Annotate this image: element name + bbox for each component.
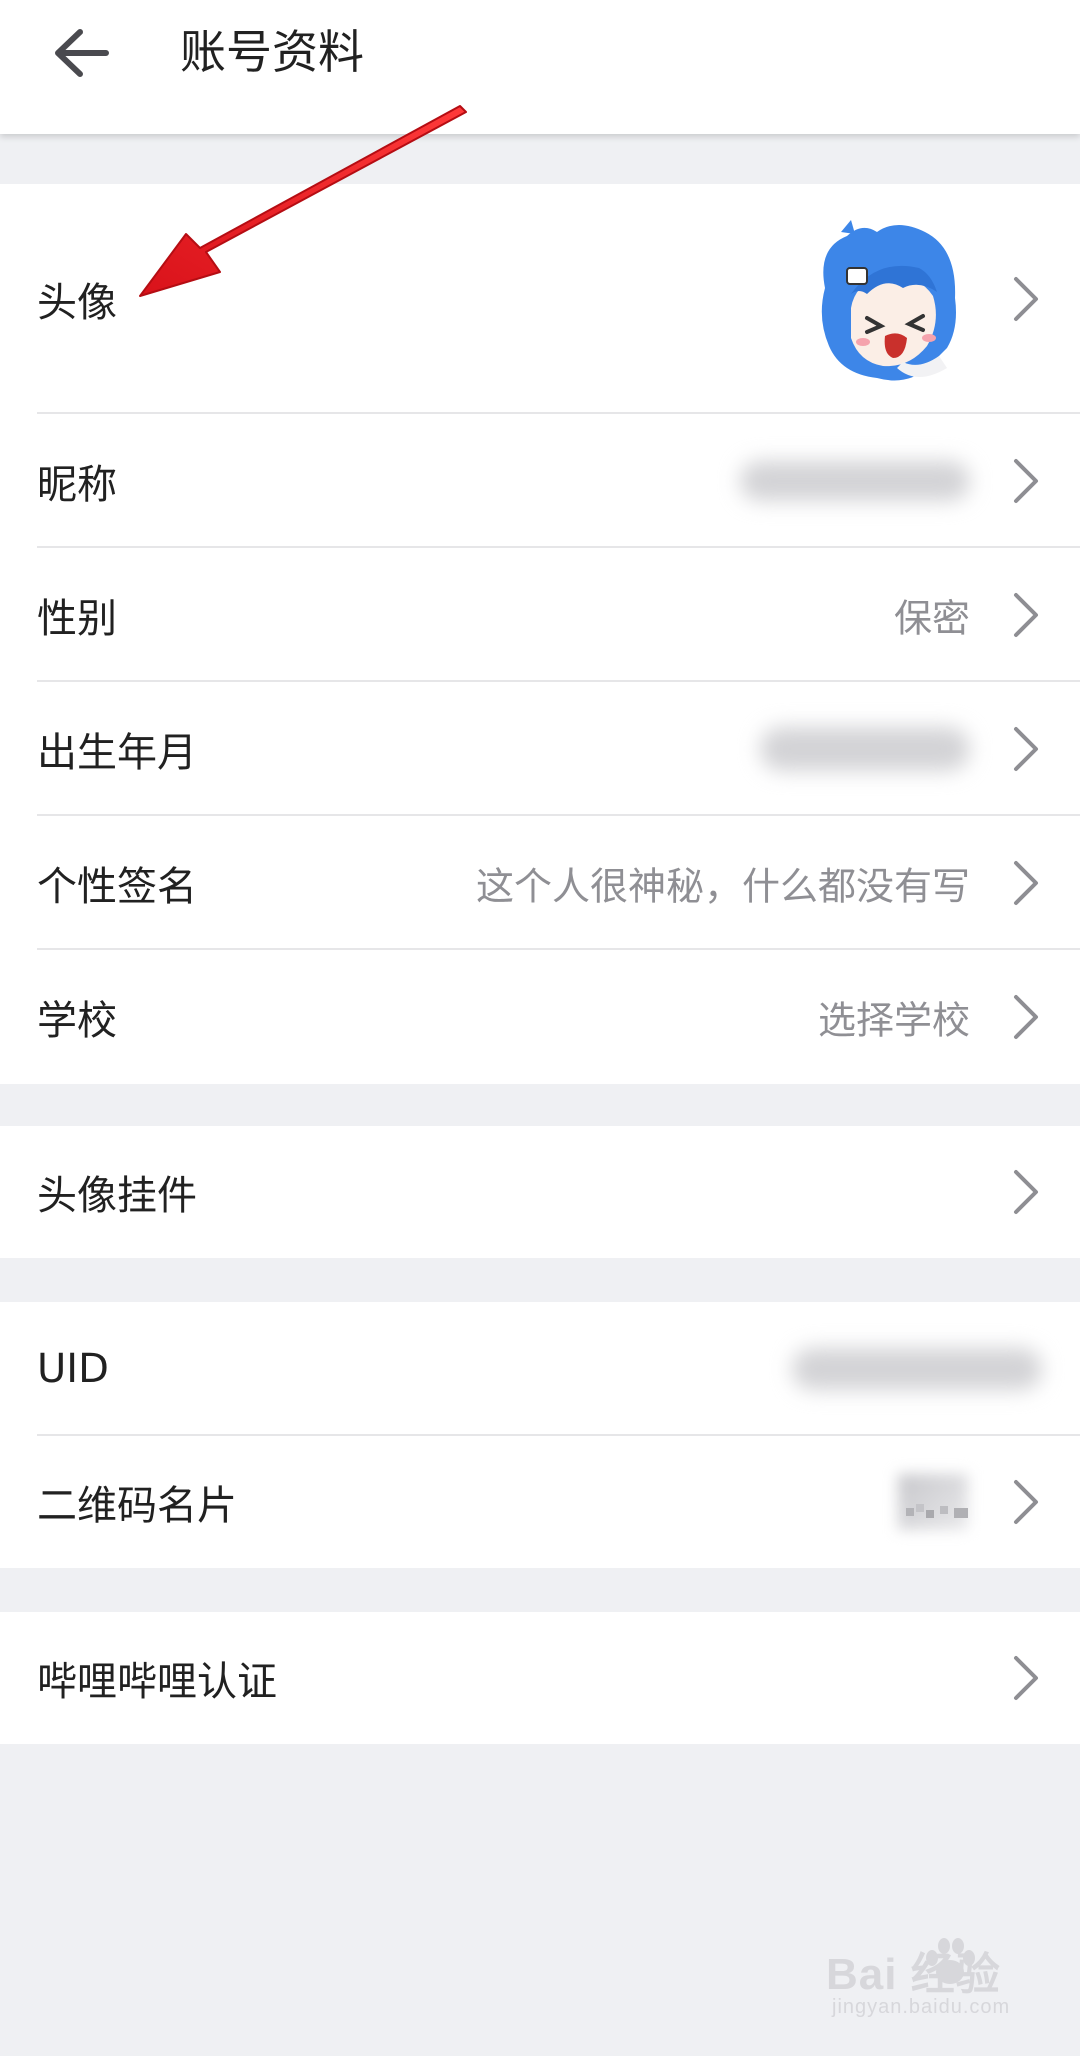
gender-label: 性别	[37, 596, 117, 642]
avatar-image	[821, 220, 956, 381]
birthday-row[interactable]: 出生年月	[0, 682, 1080, 816]
paw-logo-icon	[926, 1938, 975, 1984]
signature-value: 这个人很神秘，什么都没有写	[475, 864, 970, 909]
chevron-right-icon	[1014, 459, 1038, 503]
profile-info-group: 头像 昵称 性别 保密 出生年月 个性签名 这个人很神秘，什么都没有写 学校 选…	[0, 184, 1080, 1084]
school-row[interactable]: 学校 选择学校	[0, 950, 1080, 1084]
qrcode-row[interactable]: 二维码名片	[0, 1436, 1080, 1568]
chevron-right-icon	[1014, 1480, 1038, 1524]
back-arrow-icon[interactable]	[46, 22, 126, 84]
avatar-label: 头像	[37, 280, 117, 326]
school-value: 选择学校	[817, 998, 970, 1043]
qrcode-label: 二维码名片	[37, 1483, 237, 1529]
chevron-right-icon	[1014, 277, 1038, 321]
gender-row[interactable]: 性别 保密	[0, 548, 1080, 682]
birthday-label: 出生年月	[37, 730, 197, 776]
qrcode-thumbnail-redacted	[898, 1474, 968, 1530]
chevron-right-icon	[1014, 861, 1038, 905]
certification-row[interactable]: 哔哩哔哩认证	[0, 1612, 1080, 1744]
avatar-row[interactable]: 头像	[0, 184, 1080, 414]
signature-label: 个性签名	[37, 864, 197, 910]
uid-row[interactable]: UID	[0, 1302, 1080, 1436]
chevron-right-icon	[1014, 1656, 1038, 1700]
nickname-value-redacted	[740, 461, 970, 501]
uid-label: UID	[37, 1346, 109, 1392]
chevron-right-icon	[1014, 593, 1038, 637]
baidu-jingyan-watermark: Bai 经验 jingyan.baidu.com	[826, 1938, 1056, 2028]
birthday-value-redacted	[760, 727, 970, 771]
chevron-right-icon	[1014, 1170, 1038, 1214]
qrcode-thumbnail	[906, 1504, 968, 1518]
nickname-row[interactable]: 昵称	[0, 414, 1080, 548]
chevron-right-icon	[1014, 995, 1038, 1039]
gender-value: 保密	[893, 596, 970, 641]
page-title: 账号资料	[180, 25, 364, 79]
uid-value-redacted	[792, 1348, 1042, 1390]
pendant-row[interactable]: 头像挂件	[0, 1126, 1080, 1258]
certification-label: 哔哩哔哩认证	[37, 1659, 277, 1705]
signature-row[interactable]: 个性签名 这个人很神秘，什么都没有写	[0, 816, 1080, 950]
certification-group: 哔哩哔哩认证	[0, 1612, 1080, 1744]
watermark-url: jingyan.baidu.com	[832, 1996, 1011, 2018]
id-group: UID 二维码名片	[0, 1302, 1080, 1568]
pendant-label: 头像挂件	[37, 1173, 197, 1219]
chevron-right-icon	[1014, 727, 1038, 771]
top-app-bar: 账号资料	[0, 0, 1080, 134]
pendant-group: 头像挂件	[0, 1126, 1080, 1258]
nickname-label: 昵称	[37, 462, 117, 508]
school-label: 学校	[37, 998, 117, 1044]
